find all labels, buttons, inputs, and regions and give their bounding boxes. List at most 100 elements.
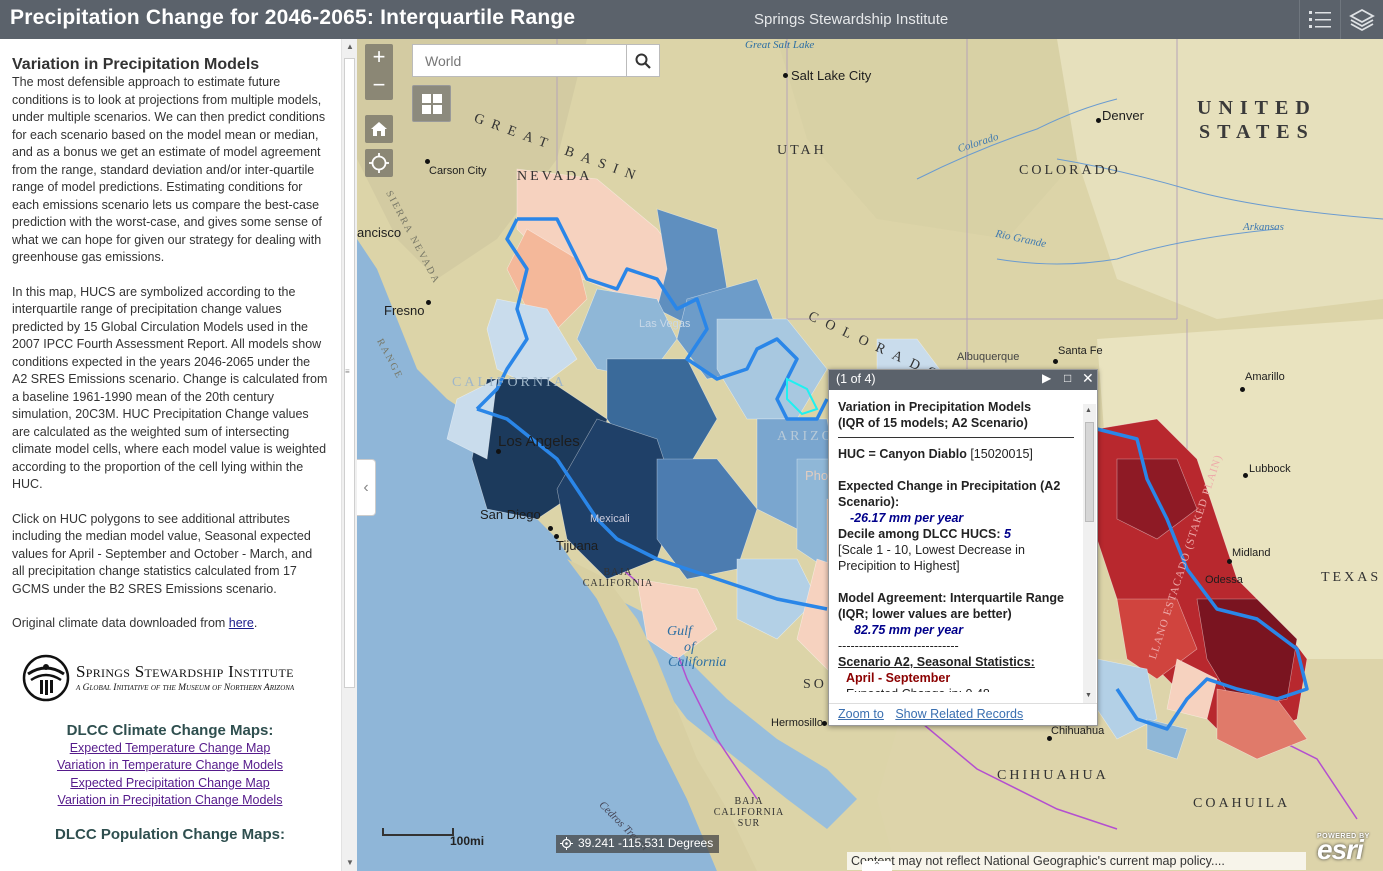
feature-popup: (1 of 4) ▶ □ ✕ Variation in Precipitatio… (828, 369, 1098, 726)
label-san-francisco: ancisco (357, 225, 402, 240)
label-hermosillo: Hermosillo (771, 717, 823, 729)
popup-divider (838, 437, 1074, 438)
zoom-out-button[interactable]: − (365, 72, 393, 100)
app-header: Precipitation Change for 2046-2065: Inte… (0, 0, 1383, 39)
locate-button[interactable] (365, 149, 393, 177)
ssi-emblem-icon (22, 654, 70, 701)
label-arkansas: Arkansas (1243, 221, 1284, 233)
label-chihuahua-city: Chihuahua (1051, 725, 1105, 737)
description-panel: Variation in Precipitation Models The mo… (0, 39, 341, 871)
label-fresno: Fresno (384, 303, 425, 318)
label-mexicali: Mexicali (590, 513, 630, 525)
scale-bar (382, 828, 454, 836)
label-albuquerque: Albuquerque (957, 351, 1020, 363)
logo-name: Springs Stewardship Institute (76, 662, 294, 681)
close-icon[interactable]: ✕ (1082, 370, 1094, 387)
popup-header: (1 of 4) ▶ □ ✕ (829, 370, 1097, 390)
model-agreement-value: 82.75 mm per year (854, 623, 964, 637)
expected-precipitation-link[interactable]: Expected Precipitation Change Map (12, 775, 328, 793)
app-subtitle: Springs Stewardship Institute (754, 11, 949, 28)
label-san-diego: San Diego (480, 507, 541, 522)
label-united: UNITED (1197, 97, 1317, 119)
label-salt-lake-city: Salt Lake City (791, 68, 872, 83)
dashed-divider: ----------------------------- (838, 639, 959, 653)
panel-scrollbar[interactable]: ▲ ≡ ▼ (341, 39, 357, 871)
popup-footer: Zoom to Show Related Records (829, 703, 1097, 725)
decile-line: Decile among DLCC HUCS: 5 (838, 527, 1011, 541)
label-texas: TEXAS (1321, 570, 1382, 585)
home-icon (371, 122, 387, 136)
coordinates-display[interactable]: 39.241 -115.531 Degrees (556, 835, 720, 853)
label-gulf: Gulf (667, 624, 692, 639)
panel-paragraph-1: The most defensible approach to estimate… (12, 75, 326, 264)
search-icon (635, 53, 651, 69)
scroll-up-icon[interactable]: ▲ (345, 42, 355, 52)
zoom-to-link[interactable]: Zoom to (838, 707, 884, 721)
app-title: Precipitation Change for 2046-2065: Inte… (10, 6, 576, 29)
popup-scroll-up-icon[interactable]: ▲ (1085, 407, 1092, 414)
basemap-gallery-button[interactable] (412, 85, 451, 122)
search-input[interactable] (413, 45, 627, 76)
grip-icon: ≡ (345, 367, 350, 376)
label-california: CALIFORNIA (452, 375, 567, 390)
panel-paragraph-3: Click on HUC polygons to see additional … (12, 511, 313, 596)
layers-button[interactable] (1340, 0, 1383, 39)
expected-change-label: Expected Change in Precipitation (A2 Sce… (838, 479, 1061, 509)
legend-button[interactable] (1299, 0, 1339, 39)
attribution-expand-icon[interactable]: ⌃ (862, 861, 892, 871)
map-attribution[interactable]: Content may not reflect National Geograp… (847, 852, 1306, 870)
label-santa-fe: Santa Fe (1058, 345, 1103, 357)
layers-icon (1349, 8, 1375, 31)
popup-title: Variation in Precipitation Models (IQR o… (838, 400, 1032, 430)
seasonal-stats-label: Scenario A2, Seasonal Statistics: (838, 655, 1035, 669)
popup-scroll-down-icon[interactable]: ▼ (1085, 692, 1092, 699)
logo-tagline: a Global Initiative of the Museum of Nor… (76, 683, 295, 693)
popup-scroll-thumb[interactable] (1085, 422, 1094, 522)
population-maps-heading: DLCC Population Change Maps: (55, 825, 285, 843)
maximize-icon[interactable]: □ (1064, 371, 1071, 385)
label-tijuana: Tijuana (556, 538, 599, 553)
zoom-in-button[interactable]: + (365, 44, 393, 72)
label-baja-california: BAJA CALIFORNIA (582, 567, 654, 589)
label-colorado-state: COLORADO (1019, 163, 1121, 178)
search-box (412, 44, 660, 77)
list-icon (1308, 10, 1331, 28)
ssi-logo: Springs Stewardship Institute a Global I… (20, 653, 328, 703)
popup-counter: (1 of 4) (836, 372, 876, 386)
label-las-vegas: Las Vegas (639, 318, 691, 330)
coordinates-text: 39.241 -115.531 Degrees (578, 836, 714, 850)
home-button[interactable] (365, 115, 393, 143)
scale-label: 100mi (450, 834, 485, 848)
label-los-angeles: Los Angeles (498, 433, 580, 450)
variation-temperature-link[interactable]: Variation in Temperature Change Models (12, 757, 328, 775)
label-denver: Denver (1102, 108, 1144, 123)
zoom-control: + − (365, 44, 393, 100)
expected-temperature-link[interactable]: Expected Temperature Change Map (12, 740, 328, 758)
label-coahuila: COAHUILA (1193, 796, 1291, 811)
next-feature-icon[interactable]: ▶ (1042, 371, 1051, 385)
label-gulf-of: of (684, 640, 695, 655)
variation-precipitation-link[interactable]: Variation in Precipitation Change Models (12, 792, 328, 810)
label-gulf-california: California (668, 655, 727, 670)
panel-heading: Variation in Precipitation Models (12, 56, 260, 73)
search-button[interactable] (626, 45, 659, 76)
expected-change-value: -26.17 mm per year (850, 511, 964, 525)
crosshair-icon (560, 837, 573, 850)
scroll-down-icon[interactable]: ▼ (345, 858, 355, 868)
model-agreement-label: Model Agreement: Interquartile Range (IQ… (838, 591, 1064, 621)
season-label: April - September (846, 671, 951, 685)
label-utah: UTAH (777, 143, 827, 158)
decile-scale-note: [Scale 1 - 10, Lowest Decrease in Precip… (838, 543, 1025, 573)
collapse-panel-button[interactable]: ‹ (357, 459, 376, 516)
cut-off-line: Expected Change in: 0.48 (838, 686, 1078, 692)
label-baja-california-sur: BAJA CALIFORNIA SUR (713, 796, 785, 829)
label-lubbock: Lubbock (1249, 463, 1291, 475)
show-related-records-link[interactable]: Show Related Records (895, 707, 1023, 721)
popup-content: Variation in Precipitation Models (IQR o… (838, 399, 1078, 704)
chevron-left-icon: ‹ (363, 478, 369, 496)
data-source-link[interactable]: here (229, 616, 254, 630)
label-odessa: Odessa (1205, 574, 1243, 586)
grid-icon (421, 93, 442, 114)
popup-scrollbar[interactable]: ▲ ▼ (1083, 404, 1096, 704)
climate-maps-heading: DLCC Climate Change Maps: (66, 721, 274, 739)
